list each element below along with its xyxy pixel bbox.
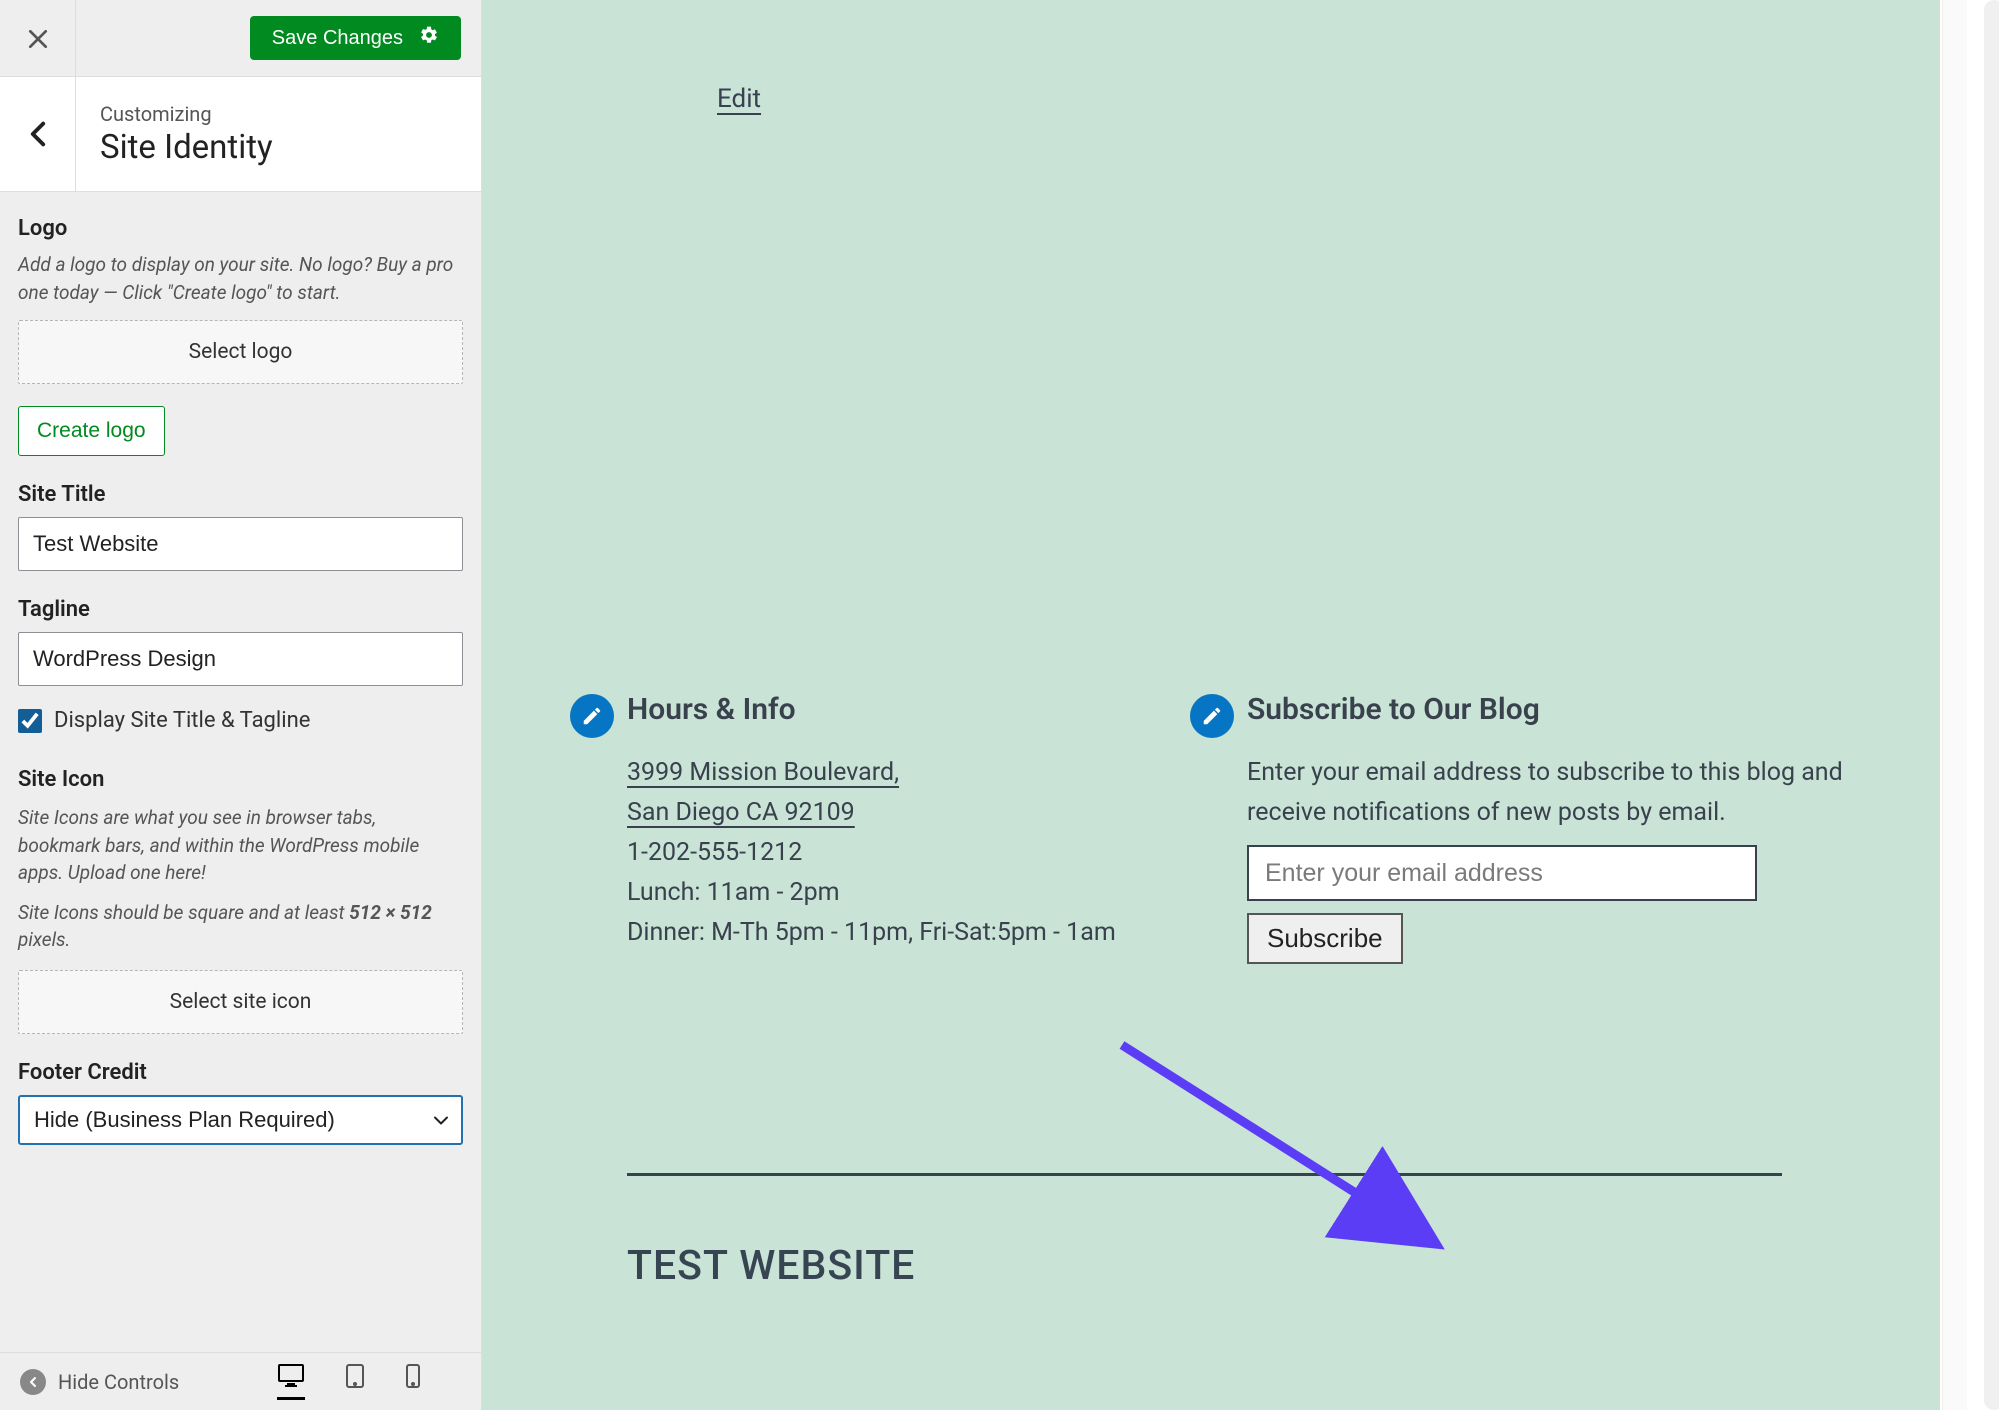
- create-logo-button[interactable]: Create logo: [18, 406, 165, 456]
- site-icon-desc1: Site Icons are what you see in browser t…: [18, 804, 463, 887]
- widget-title: Subscribe to Our Blog: [1247, 692, 1847, 727]
- footer-widget-subscribe: Subscribe to Our Blog Enter your email a…: [1247, 692, 1847, 964]
- site-preview: Edit Hours & Info 3999 Mission Boulevard…: [482, 0, 1940, 1410]
- logo-desc: Add a logo to display on your site. No l…: [18, 251, 463, 306]
- preview-pane: Edit Hours & Info 3999 Mission Boulevard…: [482, 0, 1967, 1410]
- footer-credit-label: Footer Credit: [18, 1060, 463, 1085]
- site-icon-desc2: Site Icons should be square and at least…: [18, 899, 463, 954]
- preview-desktop-button[interactable]: [277, 1363, 305, 1400]
- pencil-icon: [1201, 705, 1223, 727]
- footer-credit-select[interactable]: Hide (Business Plan Required): [18, 1095, 463, 1145]
- tagline-input[interactable]: [18, 632, 463, 686]
- gear-icon: [419, 25, 439, 51]
- select-site-icon-button[interactable]: Select site icon: [18, 970, 463, 1034]
- edit-page-link[interactable]: Edit: [717, 84, 761, 114]
- desktop-icon: [277, 1363, 305, 1387]
- close-customizer-button[interactable]: [0, 0, 76, 77]
- display-title-label: Display Site Title & Tagline: [54, 708, 310, 733]
- tagline-label: Tagline: [18, 597, 463, 622]
- site-icon-heading: Site Icon: [18, 767, 463, 792]
- device-bar: Hide Controls: [0, 1352, 481, 1410]
- tablet-icon: [345, 1363, 365, 1389]
- preview-mobile-button[interactable]: [405, 1363, 421, 1400]
- collapse-icon: [20, 1369, 46, 1395]
- panel-body: Logo Add a logo to display on your site.…: [0, 192, 481, 1410]
- back-button[interactable]: [0, 77, 76, 192]
- hide-controls-button[interactable]: Hide Controls: [20, 1369, 179, 1395]
- panel-header: Customizing Site Identity: [0, 77, 481, 192]
- close-icon: [27, 28, 49, 50]
- pencil-icon: [581, 705, 603, 727]
- dinner-text: Dinner: M-Th 5pm - 11pm, Fri-Sat:5pm - 1…: [627, 918, 1116, 947]
- logo-heading: Logo: [18, 216, 463, 241]
- widget-body: 3999 Mission Boulevard, San Diego CA 921…: [627, 753, 1187, 953]
- site-brand-text: TEST WEBSITE: [627, 1242, 915, 1290]
- save-label: Save Changes: [272, 27, 403, 50]
- annotation-arrow: [1112, 1035, 1452, 1265]
- save-changes-button[interactable]: Save Changes: [250, 16, 461, 60]
- customizing-label: Customizing: [100, 102, 273, 126]
- customizer-sidebar: Save Changes Customizing Site Identity L…: [0, 0, 482, 1410]
- phone-text: 1-202-555-1212: [627, 838, 802, 867]
- site-title-label: Site Title: [18, 482, 463, 507]
- window-scrollbar[interactable]: [1967, 0, 1999, 1410]
- subscribe-button[interactable]: Subscribe: [1247, 913, 1403, 964]
- site-title-input[interactable]: [18, 517, 463, 571]
- chevron-left-icon: [29, 121, 47, 147]
- edit-widget-button[interactable]: [1190, 694, 1234, 738]
- address-link[interactable]: 3999 Mission Boulevard, San Diego CA 921…: [627, 758, 899, 827]
- widget-title: Hours & Info: [627, 692, 1187, 727]
- widget-body: Enter your email address to subscribe to…: [1247, 753, 1847, 833]
- preview-tablet-button[interactable]: [345, 1363, 365, 1400]
- select-logo-button[interactable]: Select logo: [18, 320, 463, 384]
- preview-scrollbar[interactable]: [1942, 0, 1967, 1410]
- lunch-text: Lunch: 11am - 2pm: [627, 878, 840, 907]
- mobile-icon: [405, 1363, 421, 1389]
- panel-title: Site Identity: [100, 128, 273, 167]
- footer-divider: [627, 1173, 1782, 1176]
- sidebar-topbar: Save Changes: [0, 0, 481, 77]
- subscribe-email-input[interactable]: [1247, 845, 1757, 901]
- footer-widget-hours: Hours & Info 3999 Mission Boulevard, San…: [627, 692, 1187, 964]
- edit-widget-button[interactable]: [570, 694, 614, 738]
- display-title-checkbox[interactable]: [18, 709, 42, 733]
